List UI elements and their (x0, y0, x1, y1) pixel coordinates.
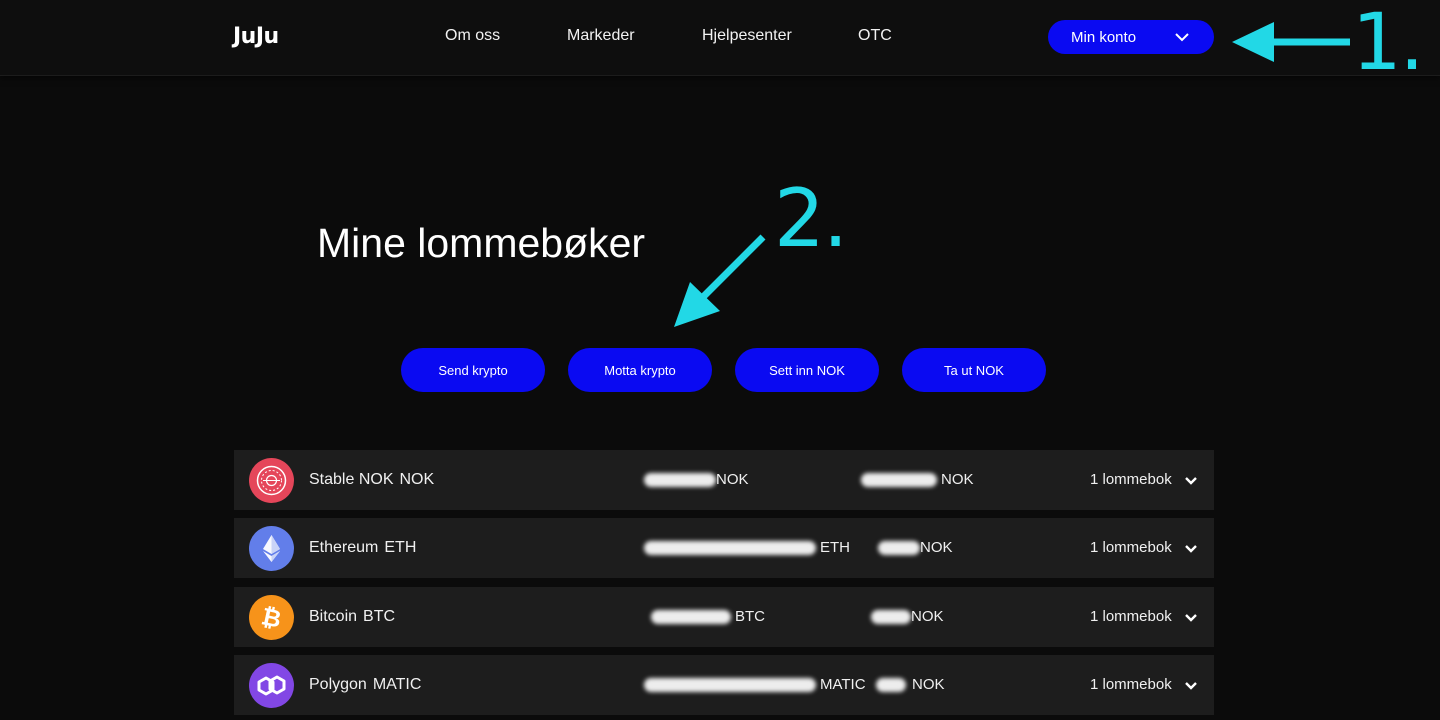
send-crypto-button[interactable]: Send krypto (401, 348, 545, 392)
nav-link-otc[interactable]: OTC (858, 27, 892, 45)
value-unit: NOK (941, 471, 974, 488)
redacted-value (871, 609, 911, 624)
wallet-count: 1 lommebok (1090, 471, 1172, 488)
page-title: Mine lommebøker (317, 220, 646, 266)
redacted-balance (651, 609, 731, 624)
redacted-value (878, 540, 920, 555)
wallet-balance: BTC (651, 608, 765, 625)
wallet-name: Polygon MATIC (309, 676, 421, 694)
nav-link-om-oss[interactable]: Om oss (445, 27, 500, 45)
wallet-balance: NOK (644, 471, 749, 488)
value-unit: NOK (912, 676, 945, 693)
wallet-name: Stable NOK NOK (309, 471, 434, 489)
annotation-label-2: 2. (774, 172, 848, 265)
bitcoin-icon: ₿ (249, 595, 294, 640)
redacted-value (876, 677, 906, 692)
my-account-button[interactable]: Min konto (1048, 20, 1214, 54)
value-unit: NOK (920, 539, 953, 556)
wallet-value: NOK (878, 539, 953, 556)
wallet-name-text: Ethereum (309, 539, 379, 556)
wallet-symbol: NOK (399, 471, 435, 488)
wallet-name-text: Stable NOK (309, 471, 394, 488)
annotation-label-1: 1. (1352, 0, 1424, 88)
juju-logo[interactable]: JuJu (233, 24, 279, 49)
ethereum-icon (249, 526, 294, 571)
chevron-down-icon[interactable] (1184, 542, 1198, 556)
wallet-count: 1 lommebok (1090, 539, 1172, 556)
chevron-down-icon[interactable] (1184, 474, 1198, 488)
wallet-value: NOK (861, 471, 974, 488)
wallet-row-bitcoin[interactable]: ₿ Bitcoin BTC BTC NOK 1 lommebok (234, 587, 1214, 647)
chevron-down-icon (1175, 33, 1189, 42)
balance-unit: MATIC (820, 676, 866, 693)
annotation-arrow-2 (674, 234, 766, 327)
balance-unit: BTC (735, 608, 765, 625)
wallet-name: Bitcoin BTC (309, 608, 395, 626)
redacted-balance (644, 677, 816, 692)
stable-nok-icon (249, 458, 294, 503)
redacted-balance (644, 472, 716, 487)
value-unit: NOK (911, 608, 944, 625)
wallet-balance: MATIC (644, 676, 866, 693)
top-navigation-bar: JuJu Om oss Markeder Hjelpesenter OTC Mi… (0, 0, 1440, 76)
chevron-down-icon[interactable] (1184, 679, 1198, 693)
wallet-row-polygon[interactable]: Polygon MATIC MATIC NOK 1 lommebok (234, 655, 1214, 715)
wallet-row-ethereum[interactable]: Ethereum ETH ETH NOK 1 lommebok (234, 518, 1214, 578)
balance-unit: ETH (820, 539, 850, 556)
nav-link-markeder[interactable]: Markeder (567, 27, 635, 45)
polygon-icon (249, 663, 294, 708)
wallet-count: 1 lommebok (1090, 608, 1172, 625)
wallet-name: Ethereum ETH (309, 539, 416, 557)
receive-crypto-button[interactable]: Motta krypto (568, 348, 712, 392)
my-account-label: Min konto (1071, 28, 1137, 46)
deposit-nok-button[interactable]: Sett inn NOK (735, 348, 879, 392)
wallet-balance: ETH (644, 539, 850, 556)
balance-unit: NOK (716, 471, 749, 488)
svg-text:₿: ₿ (259, 602, 284, 633)
wallet-name-text: Bitcoin (309, 608, 358, 625)
wallet-symbol: BTC (363, 608, 396, 625)
wallet-symbol: MATIC (372, 676, 422, 693)
wallet-value: NOK (871, 608, 944, 625)
wallet-name-text: Polygon (309, 676, 367, 693)
wallet-value: NOK (876, 676, 945, 693)
wallet-row-stable-nok[interactable]: Stable NOK NOK NOK NOK 1 lommebok (234, 450, 1214, 510)
chevron-down-icon[interactable] (1184, 611, 1198, 625)
redacted-value (861, 472, 937, 487)
wallet-symbol: ETH (384, 539, 417, 556)
withdraw-nok-button[interactable]: Ta ut NOK (902, 348, 1046, 392)
nav-link-hjelpesenter[interactable]: Hjelpesenter (702, 27, 792, 45)
wallet-count: 1 lommebok (1090, 676, 1172, 693)
redacted-balance (644, 540, 816, 555)
